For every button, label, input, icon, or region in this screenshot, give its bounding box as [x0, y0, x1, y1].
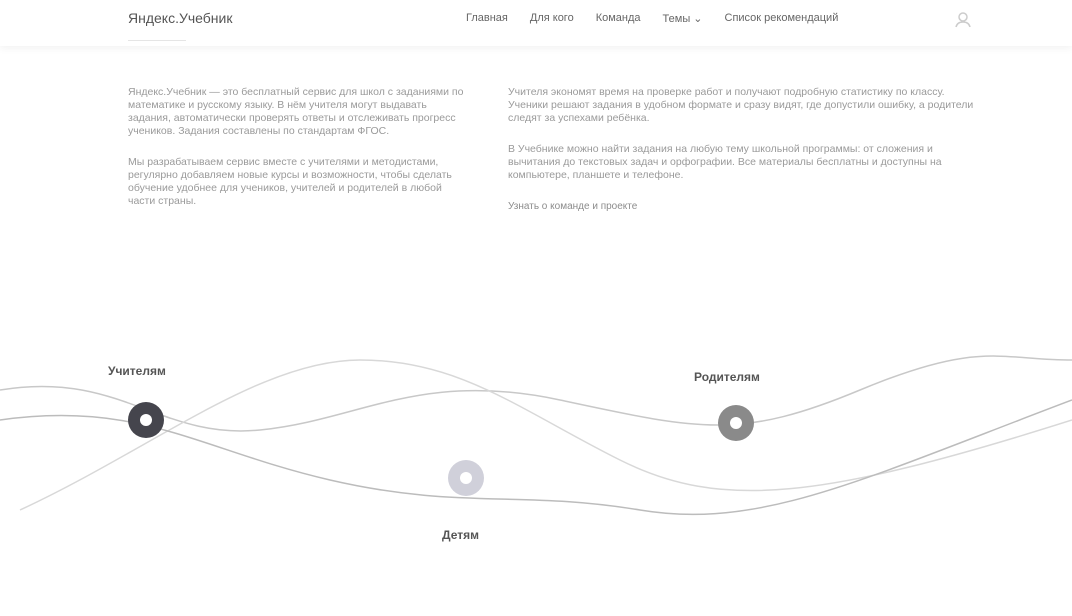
nav-item-topics[interactable]: Темы ⌄ [663, 12, 703, 25]
nav-item-main[interactable]: Главная [466, 12, 508, 25]
logo-underline [128, 40, 186, 41]
nav-item-audience[interactable]: Для кого [530, 12, 574, 25]
intro-paragraph: Мы разрабатываем сервис вместе с учителя… [128, 156, 452, 207]
intro-paragraph: Яндекс.Учебник — это бесплатный сервис д… [128, 86, 464, 137]
logo[interactable]: Яндекс.Учебник [128, 10, 232, 26]
kids-node-center [460, 472, 472, 484]
parents-label[interactable]: Родителям [694, 370, 760, 384]
parents-node-center [730, 417, 742, 429]
nav-item-topics-label: Темы [662, 13, 691, 25]
chevron-down-icon: ⌄ [693, 13, 703, 25]
intro-paragraph: В Учебнике можно найти задания на любую … [508, 143, 942, 181]
nav-item-recommendations[interactable]: Список рекомендаций [725, 12, 839, 25]
teachers-label[interactable]: Учителям [108, 364, 166, 378]
nav-item-team[interactable]: Команда [596, 12, 641, 25]
teachers-node-center [140, 414, 152, 426]
user-icon[interactable] [954, 10, 972, 28]
kids-label[interactable]: Детям [442, 528, 479, 542]
header: Яндекс.Учебник Главная Для кого Команда … [0, 0, 1072, 46]
intro-paragraph: Учителя экономят время на проверке работ… [508, 86, 974, 124]
team-link[interactable]: Узнать о команде и проекте [508, 201, 637, 212]
intro-right-column: Учителя экономят время на проверке работ… [508, 86, 978, 231]
wave-line [19, 359, 1072, 511]
main-nav: Главная Для кого Команда Темы ⌄ Список р… [466, 12, 838, 25]
intro-left-column: Яндекс.Учебник — это бесплатный сервис д… [128, 86, 466, 226]
